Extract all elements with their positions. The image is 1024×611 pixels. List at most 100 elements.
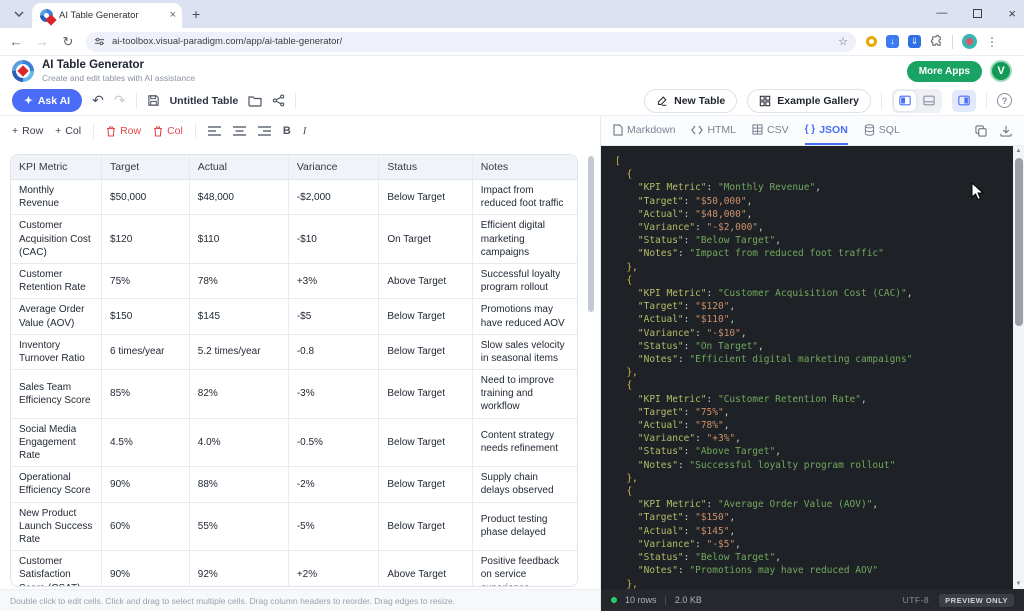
delete-row-button[interactable]: Row — [106, 125, 141, 137]
toggle-right-panel-button[interactable] — [952, 90, 976, 112]
scroll-up-icon[interactable]: ▲ — [1013, 146, 1024, 156]
table-cell[interactable]: $50,000 — [102, 180, 190, 215]
table-cell[interactable]: -$10 — [288, 215, 379, 264]
table-cell[interactable]: Below Target — [379, 180, 472, 215]
table-cell[interactable]: Promotions may have reduced AOV — [472, 299, 577, 334]
example-gallery-button[interactable]: Example Gallery — [747, 89, 871, 113]
table-cell[interactable]: Below Target — [379, 370, 472, 419]
redo-icon[interactable]: ↷ — [114, 92, 126, 109]
table-cell[interactable]: Social Media Engagement Rate — [11, 418, 102, 467]
table-cell[interactable]: $145 — [189, 299, 288, 334]
table-cell[interactable]: Below Target — [379, 467, 472, 502]
table-cell[interactable]: Below Target — [379, 502, 472, 551]
tab-search-chevron-icon[interactable] — [8, 3, 30, 25]
table-cell[interactable]: Customer Acquisition Cost (CAC) — [11, 215, 102, 264]
tab-sql[interactable]: SQL — [864, 116, 900, 145]
forward-icon[interactable]: → — [34, 34, 50, 49]
user-avatar[interactable]: V — [990, 60, 1012, 82]
bookmark-star-icon[interactable]: ☆ — [838, 35, 848, 48]
add-column-button[interactable]: +Col — [55, 125, 81, 137]
table-column-header[interactable]: Actual — [189, 155, 288, 180]
browser-tab[interactable]: AI Table Generator × — [32, 3, 182, 28]
open-folder-icon[interactable] — [248, 95, 262, 107]
tab-html[interactable]: HTML — [691, 116, 736, 145]
table-cell[interactable]: Positive feedback on service experience — [472, 551, 577, 587]
add-row-button[interactable]: +Row — [12, 125, 43, 137]
table-cell[interactable]: Impact from reduced foot traffic — [472, 180, 577, 215]
new-tab-button[interactable]: + — [192, 6, 200, 22]
tab-json[interactable]: { } JSON — [805, 116, 848, 145]
ask-ai-button[interactable]: ✦ Ask AI — [12, 89, 82, 112]
table-cell[interactable]: 78% — [189, 263, 288, 298]
table-cell[interactable]: Customer Satisfaction Score (CSAT) — [11, 551, 102, 587]
table-cell[interactable]: 5.2 times/year — [189, 334, 288, 369]
table-cell[interactable]: Above Target — [379, 551, 472, 587]
extension-download-icon[interactable]: ↓ — [886, 35, 899, 48]
layout-bottom-panel-button[interactable] — [918, 91, 940, 111]
align-center-icon[interactable] — [233, 126, 246, 136]
back-icon[interactable]: ← — [8, 34, 24, 49]
table-cell[interactable]: -$5 — [288, 299, 379, 334]
layout-split-view-button[interactable] — [894, 91, 916, 111]
table-scrollbar[interactable] — [588, 156, 594, 312]
table-cell[interactable]: On Target — [379, 215, 472, 264]
table-cell[interactable]: Below Target — [379, 418, 472, 467]
tab-csv[interactable]: CSV — [752, 116, 789, 145]
more-apps-button[interactable]: More Apps — [907, 61, 982, 82]
table-cell[interactable]: $120 — [102, 215, 190, 264]
bold-icon[interactable]: B — [283, 125, 291, 137]
table-cell[interactable]: Below Target — [379, 334, 472, 369]
table-cell[interactable]: 55% — [189, 502, 288, 551]
table-cell[interactable]: Product testing phase delayed — [472, 502, 577, 551]
table-cell[interactable]: $150 — [102, 299, 190, 334]
help-icon[interactable]: ? — [997, 93, 1012, 108]
undo-icon[interactable]: ↶ — [92, 92, 104, 109]
table-cell[interactable]: New Product Launch Success Rate — [11, 502, 102, 551]
scroll-down-icon[interactable]: ▼ — [1013, 579, 1024, 589]
table-column-header[interactable]: Notes — [472, 155, 577, 180]
tab-markdown[interactable]: Markdown — [613, 116, 675, 145]
table-cell[interactable]: -5% — [288, 502, 379, 551]
table-cell[interactable]: Average Order Value (AOV) — [11, 299, 102, 334]
italic-icon[interactable]: I — [303, 125, 307, 137]
table-cell[interactable]: 4.5% — [102, 418, 190, 467]
table-column-header[interactable]: KPI Metric — [11, 155, 102, 180]
table-cell[interactable]: -$2,000 — [288, 180, 379, 215]
table-cell[interactable]: Below Target — [379, 299, 472, 334]
browser-menu-icon[interactable]: ⋮ — [986, 35, 998, 49]
table-cell[interactable]: 4.0% — [189, 418, 288, 467]
align-right-icon[interactable] — [258, 126, 271, 136]
table-cell[interactable]: -0.5% — [288, 418, 379, 467]
table-cell[interactable]: 85% — [102, 370, 190, 419]
table-cell[interactable]: Monthly Revenue — [11, 180, 102, 215]
extension-ring-icon[interactable] — [866, 36, 877, 47]
table-cell[interactable]: 75% — [102, 263, 190, 298]
reload-icon[interactable]: ↻ — [60, 34, 76, 50]
scrollbar-thumb[interactable] — [1015, 158, 1023, 326]
table-column-header[interactable]: Variance — [288, 155, 379, 180]
table-cell[interactable]: -0.8 — [288, 334, 379, 369]
table-cell[interactable]: Inventory Turnover Ratio — [11, 334, 102, 369]
table-cell[interactable]: Above Target — [379, 263, 472, 298]
tab-close-icon[interactable]: × — [170, 10, 176, 21]
table-column-header[interactable]: Status — [379, 155, 472, 180]
table-cell[interactable]: $48,000 — [189, 180, 288, 215]
share-icon[interactable] — [272, 94, 285, 107]
table-cell[interactable]: Efficient digital marketing campaigns — [472, 215, 577, 264]
table-cell[interactable]: 90% — [102, 551, 190, 587]
url-bar[interactable]: ai-toolbox.visual-paradigm.com/app/ai-ta… — [86, 32, 856, 52]
table-cell[interactable]: Need to improve training and workflow — [472, 370, 577, 419]
table-cell[interactable]: Successful loyalty program rollout — [472, 263, 577, 298]
code-preview[interactable]: [ { "KPI Metric": "Monthly Revenue", "Ta… — [601, 146, 1024, 589]
table-cell[interactable]: 90% — [102, 467, 190, 502]
table-cell[interactable]: 88% — [189, 467, 288, 502]
url-text[interactable]: ai-toolbox.visual-paradigm.com/app/ai-ta… — [112, 36, 831, 47]
align-left-icon[interactable] — [208, 126, 221, 136]
table-column-header[interactable]: Target — [102, 155, 190, 180]
table-cell[interactable]: 6 times/year — [102, 334, 190, 369]
table-cell[interactable]: -3% — [288, 370, 379, 419]
site-settings-icon[interactable] — [94, 36, 105, 47]
window-close-icon[interactable]: × — [1008, 6, 1016, 21]
table-cell[interactable]: 92% — [189, 551, 288, 587]
window-minimize-icon[interactable]: — — [936, 7, 947, 19]
